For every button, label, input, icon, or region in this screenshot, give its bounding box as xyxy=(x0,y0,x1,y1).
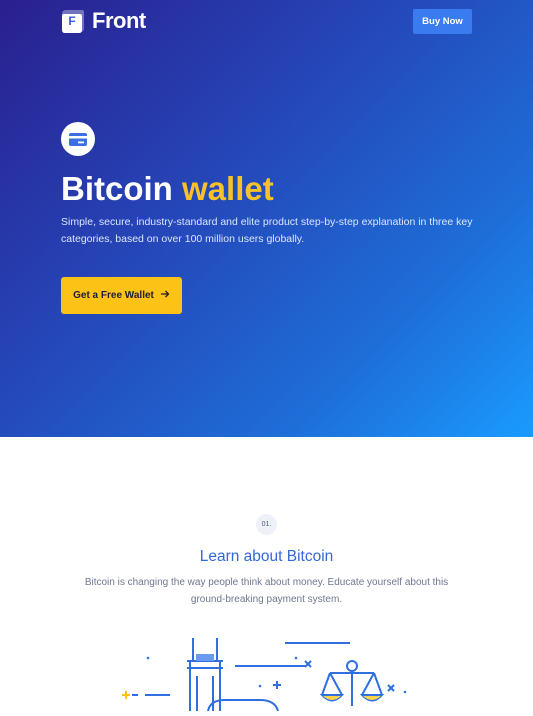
get-free-wallet-button[interactable]: Get a Free Wallet xyxy=(61,277,182,314)
buy-now-button[interactable]: Buy Now xyxy=(413,9,472,34)
hero-section: F Front Buy Now Bitcoin wallet Simple, s… xyxy=(0,0,533,437)
arrow-right-icon xyxy=(160,290,170,301)
section-description: Bitcoin is changing the way people think… xyxy=(84,577,449,605)
brand-name: Front xyxy=(92,8,146,33)
logo-icon: F xyxy=(60,8,86,34)
section-title: Learn about Bitcoin xyxy=(199,548,334,565)
step-badge: 01. xyxy=(256,514,277,535)
logo[interactable]: F Front xyxy=(60,8,146,34)
credit-card-icon xyxy=(61,122,95,156)
logo-letter: F xyxy=(68,14,76,28)
hero-title: Bitcoin wallet xyxy=(61,168,274,210)
bitcoin-illustration xyxy=(110,628,430,712)
cta-label: Get a Free Wallet xyxy=(73,290,154,301)
hero-title-main: Bitcoin xyxy=(61,170,173,207)
hero-title-accent: wallet xyxy=(182,170,274,207)
hero-description: Simple, secure, industry-standard and el… xyxy=(61,216,473,245)
